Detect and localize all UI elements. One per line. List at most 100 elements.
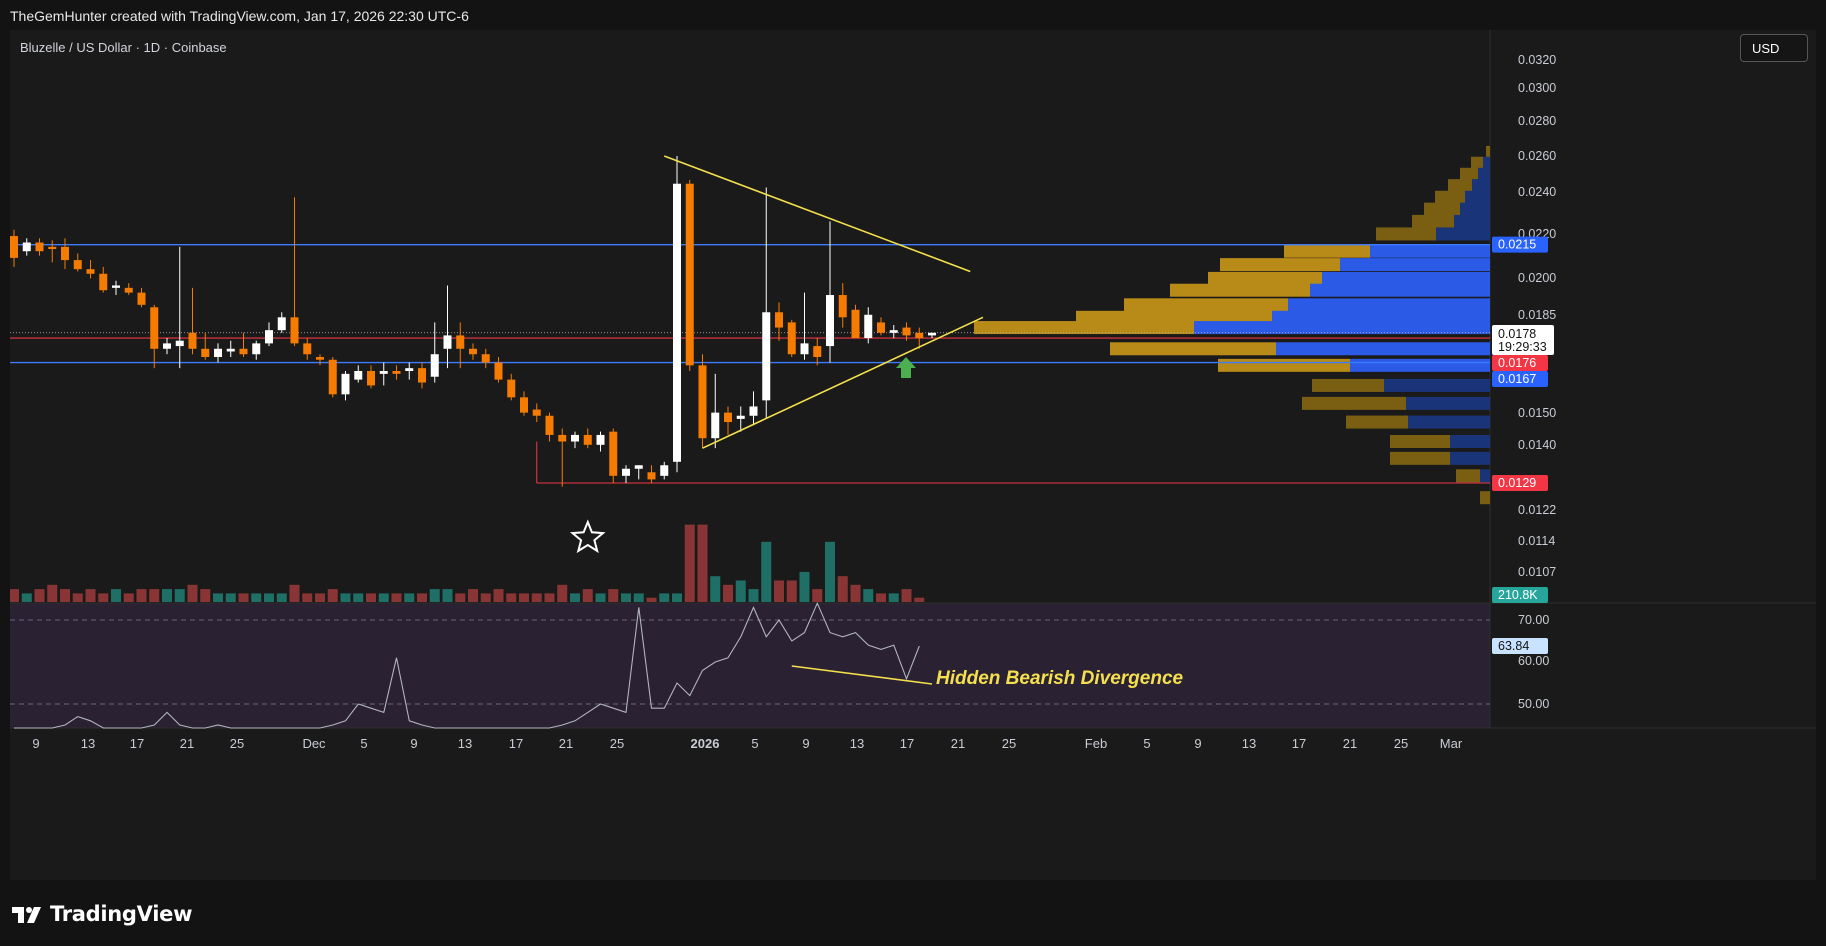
volume-bar (799, 571, 810, 602)
volume-bar (213, 593, 223, 602)
last-price-label: 0.0178 (1498, 327, 1536, 341)
price-axis-tick-label: 0.0280 (1518, 114, 1556, 128)
volume-bar (111, 589, 121, 602)
candle-body (813, 346, 822, 357)
candle-body (405, 368, 414, 371)
volume-bar (735, 580, 746, 602)
candle-body (532, 409, 541, 416)
volume-profile-down-bar (1460, 202, 1490, 216)
candle-body (698, 365, 707, 439)
candle-body (673, 183, 681, 462)
candle-body (10, 236, 18, 258)
volume-bar (697, 524, 708, 602)
volume-profile-down-bar (1450, 435, 1490, 449)
chart-frame[interactable]: 0.0320 0.0300 0.0280 0.0260 0.0240 0.0220 0.02… (10, 30, 1816, 880)
time-axis-tick-label: 5 (360, 736, 367, 751)
volume-profile-down-bar (1478, 167, 1490, 181)
volume-bar (786, 580, 797, 602)
time-axis-tick-label: 17 (1292, 736, 1306, 751)
candle-body (354, 370, 363, 380)
time-axis-tick-label: 9 (410, 736, 417, 751)
volume-profile-down-bar (1350, 358, 1490, 372)
candle-body (201, 348, 210, 357)
rsi-axis-tick-label: 70.00 (1518, 613, 1549, 627)
candle-body (787, 322, 796, 355)
price-axis-tick-label: 0.0140 (1518, 438, 1556, 452)
time-axis-tick-label: 17 (509, 736, 523, 751)
time-axis-tick-label: 9 (32, 736, 39, 751)
volume-bar (366, 593, 376, 602)
volume-bar (429, 589, 440, 602)
candle-body (252, 343, 261, 355)
volume-bar (595, 593, 606, 602)
volume-bar (480, 593, 491, 602)
divergence-annotation: Hidden Bearish Divergence (936, 668, 1184, 689)
candle-body (826, 295, 834, 347)
candle-body (660, 465, 669, 476)
volume-bar (748, 589, 759, 602)
time-axis-tick-label: 21 (951, 736, 965, 751)
chart-canvas[interactable]: 0.03200.03000.02800.02600.02400.02200.02… (10, 30, 1816, 880)
candle-body (456, 335, 465, 349)
volume-bar (646, 597, 657, 602)
volume-bar (149, 589, 160, 602)
candle-body (685, 183, 694, 366)
price-axis-tick-label: 0.0122 (1518, 503, 1556, 517)
volume-bar (60, 589, 70, 602)
time-axis-tick-label: 17 (900, 736, 914, 751)
volume-profile-up-bar (1312, 378, 1384, 392)
candle-body (150, 307, 159, 349)
volume-bar (557, 584, 568, 602)
volume-profile-up-bar (1346, 415, 1408, 429)
candle-body (239, 348, 248, 355)
tradingview-logo[interactable]: TradingView (12, 900, 192, 928)
volume-profile-down-bar (1406, 396, 1490, 410)
time-axis-tick-label: 13 (850, 736, 864, 751)
volume-bar (47, 584, 58, 602)
candle-body (889, 330, 898, 333)
volume-bar (417, 593, 427, 602)
candle-body (226, 348, 235, 352)
volume-bar (825, 541, 835, 602)
low-line-price-label: 0.0129 (1498, 476, 1536, 490)
volume-bar (85, 589, 96, 602)
time-axis-tick-label: 25 (610, 736, 624, 751)
candle-body (175, 340, 184, 347)
volume-profile-down-bar (1480, 469, 1490, 483)
time-axis-tick-label: 25 (230, 736, 244, 751)
volume-profile-up-bar (1110, 342, 1276, 356)
time-axis-tick-label: 13 (81, 736, 95, 751)
volume-bar (200, 589, 211, 602)
price-axis-tick-label: 0.0320 (1518, 53, 1556, 67)
volume-profile-up-bar (1170, 283, 1310, 297)
candle-body (48, 246, 57, 250)
candle-body (328, 359, 337, 395)
volume-bar (493, 589, 504, 602)
time-axis-tick-label: Feb (1085, 736, 1107, 751)
volume-bar (327, 589, 338, 602)
countdown-label: 19:29:33 (1498, 340, 1547, 354)
volume-profile-down-bar (1384, 378, 1490, 392)
candle-body (928, 332, 936, 336)
volume-profile-down-bar (1370, 244, 1490, 258)
volume-bar (582, 589, 593, 602)
candle-body (864, 314, 873, 339)
volume-bar (315, 593, 325, 602)
tradingview-logo-icon (12, 907, 41, 923)
volume-bar (340, 593, 351, 602)
candle-body (73, 260, 82, 270)
volume-bar (391, 593, 402, 602)
currency-button[interactable]: USD (1740, 34, 1808, 62)
time-axis-tick-label: 25 (1394, 736, 1408, 751)
resistance-price-label: 0.0215 (1498, 238, 1536, 252)
volume-bar (174, 589, 185, 602)
candle-body (800, 343, 809, 355)
time-axis-tick-label: 9 (802, 736, 809, 751)
volume-bar (123, 593, 134, 602)
price-axis-tick-label: 0.0150 (1518, 406, 1556, 420)
volume-profile-down-bar (1322, 271, 1490, 285)
arrow-up-icon (896, 357, 916, 378)
candle-body (61, 246, 69, 261)
rsi-axis-tick-label: 50.00 (1518, 697, 1549, 711)
time-axis-tick-label: 5 (751, 736, 758, 751)
